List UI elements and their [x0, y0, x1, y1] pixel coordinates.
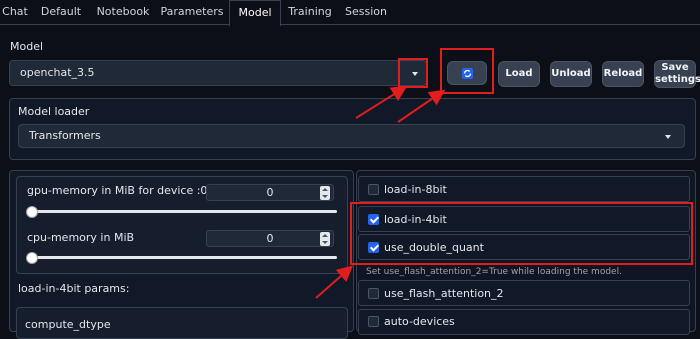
compute-dtype-label: compute_dtype	[25, 318, 111, 331]
load-in-4bit-params-heading: load-in-4bit params:	[18, 282, 130, 295]
cpu-memory-slider-track[interactable]	[29, 256, 337, 259]
load-button[interactable]: Load	[498, 61, 540, 87]
model-loader-selected-value: Transformers	[29, 129, 101, 142]
use-flash-attention-2-checkbox[interactable]	[368, 288, 379, 299]
cpu-memory-input[interactable]: 0	[206, 230, 334, 247]
model-dropdown[interactable]: openchat_3.5	[9, 60, 427, 86]
tab-parameters[interactable]: Parameters	[158, 0, 226, 24]
save-label-line2: settings	[655, 74, 700, 85]
gpu-memory-input[interactable]: 0	[206, 184, 334, 201]
tab-training[interactable]: Training	[283, 0, 337, 24]
model-loader-label: Model loader	[18, 105, 90, 118]
option-load-in-8bit[interactable]: load-in-8bit	[358, 176, 690, 202]
chevron-down-icon	[665, 135, 671, 139]
gpu-memory-slider-handle[interactable]	[26, 206, 38, 218]
gpu-memory-slider-track[interactable]	[29, 210, 337, 213]
model-selected-value: openchat_3.5	[20, 66, 95, 79]
tab-chat[interactable]: Chat	[0, 0, 30, 24]
tab-session[interactable]: Session	[342, 0, 390, 24]
annotation-box-quant-options	[350, 202, 693, 265]
auto-devices-label: auto-devices	[384, 315, 455, 328]
unload-button[interactable]: Unload	[550, 61, 592, 87]
cpu-memory-label: cpu-memory in MiB	[27, 231, 135, 244]
auto-devices-checkbox[interactable]	[368, 316, 379, 327]
annotation-box-refresh	[440, 48, 494, 94]
model-loader-dropdown[interactable]: Transformers	[18, 124, 685, 148]
cpu-memory-stepper-icon[interactable]	[320, 232, 330, 246]
tab-bar: Chat Default Notebook Parameters Model T…	[0, 0, 700, 26]
save-label-line1: Save	[661, 62, 689, 73]
annotation-box-dropdown	[398, 58, 428, 88]
gpu-memory-stepper-icon[interactable]	[320, 186, 330, 200]
tab-notebook[interactable]: Notebook	[92, 0, 154, 24]
load-in-8bit-label: load-in-8bit	[384, 183, 447, 196]
tab-default[interactable]: Default	[36, 0, 86, 24]
use-flash-attention-2-label: use_flash_attention_2	[384, 287, 504, 300]
load-in-8bit-checkbox[interactable]	[368, 184, 379, 195]
option-use-flash-attention-2[interactable]: use_flash_attention_2	[358, 280, 690, 306]
model-label: Model	[10, 40, 44, 53]
tab-model[interactable]: Model	[229, 0, 281, 26]
cpu-memory-slider-handle[interactable]	[26, 252, 38, 264]
gpu-memory-label: gpu-memory in MiB for device :0	[27, 184, 208, 197]
save-settings-button[interactable]: Save settings	[654, 60, 700, 88]
option-auto-devices[interactable]: auto-devices	[358, 309, 690, 335]
reload-button[interactable]: Reload	[602, 61, 644, 87]
flash-attention-hint: Set use_flash_attention_2=True while loa…	[366, 267, 622, 277]
